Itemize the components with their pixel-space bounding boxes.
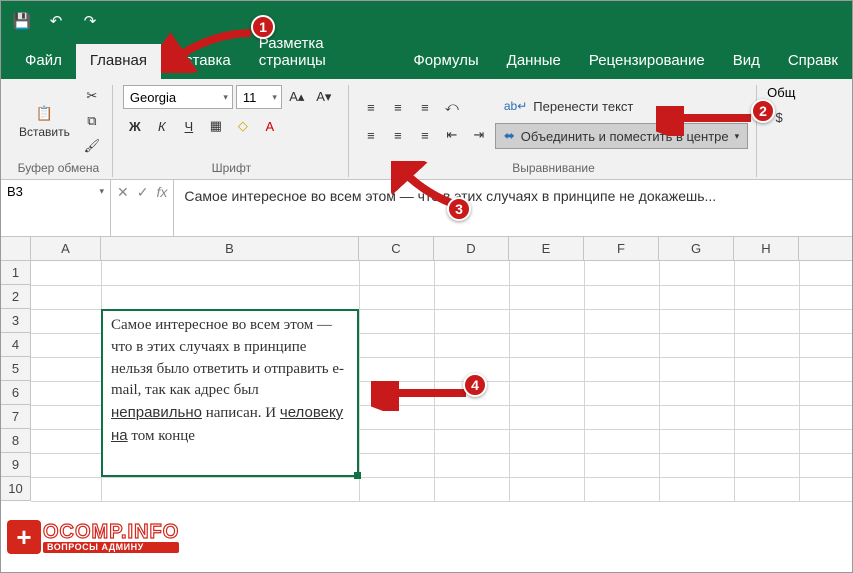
save-icon[interactable]: 💾: [11, 10, 33, 32]
watermark-sub: ВОПРОСЫ АДМИНУ: [43, 542, 179, 553]
row-header[interactable]: 2: [1, 285, 31, 309]
callout-4: 4: [463, 373, 487, 397]
col-header-e[interactable]: E: [509, 237, 584, 260]
increase-font-icon[interactable]: A▴: [285, 86, 309, 108]
copy-icon[interactable]: ⧉: [80, 110, 104, 132]
col-header-c[interactable]: C: [359, 237, 434, 260]
format-painter-icon[interactable]: 🖌: [80, 135, 104, 157]
annotation-arrow: [161, 23, 261, 73]
fill-color-icon[interactable]: ◇: [231, 115, 255, 137]
align-bottom-icon[interactable]: ≡: [413, 96, 437, 118]
callout-2: 2: [751, 99, 775, 123]
col-header-h[interactable]: H: [734, 237, 799, 260]
group-font: Georgia 11 A▴ A▾ Ж К Ч ▦ ◇ A Шрифт: [119, 85, 349, 177]
worksheet-grid: A B C D E F G H 1 2 3 4 5 6 7 8 9 10: [1, 237, 852, 501]
borders-icon[interactable]: ▦: [204, 115, 228, 137]
align-middle-icon[interactable]: ≡: [386, 96, 410, 118]
group-number: Общ $: [763, 85, 803, 177]
row-header[interactable]: 5: [1, 357, 31, 381]
decrease-font-icon[interactable]: A▾: [312, 86, 336, 108]
name-box[interactable]: B3: [1, 180, 111, 236]
row-header[interactable]: 10: [1, 477, 31, 501]
orientation-icon[interactable]: ⤺: [440, 96, 464, 118]
undo-icon[interactable]: ↶: [45, 10, 67, 32]
row-header[interactable]: 7: [1, 405, 31, 429]
font-color-icon[interactable]: A: [258, 115, 282, 137]
callout-3: 3: [447, 197, 471, 221]
tab-formulas[interactable]: Формулы: [399, 44, 492, 79]
align-center-icon[interactable]: ≡: [386, 124, 410, 146]
row-header[interactable]: 1: [1, 261, 31, 285]
wrap-text-label: Перенести текст: [533, 99, 633, 114]
tab-home[interactable]: Главная: [76, 44, 161, 79]
col-header-b[interactable]: B: [101, 237, 359, 260]
fill-handle[interactable]: [354, 472, 361, 479]
merge-icon: ⬌: [504, 128, 515, 144]
decrease-indent-icon[interactable]: ⇤: [440, 124, 464, 146]
alignment-group-label: Выравнивание: [512, 157, 595, 177]
cut-icon[interactable]: ✂: [80, 85, 104, 107]
clipboard-icon: 📋: [34, 103, 54, 123]
paste-label: Вставить: [19, 125, 70, 139]
title-bar: 💾 ↶ ↷: [1, 1, 852, 41]
fx-icon[interactable]: fx: [156, 184, 167, 200]
bold-button[interactable]: Ж: [123, 115, 147, 137]
tab-file[interactable]: Файл: [11, 44, 76, 79]
cell-content: Самое интересное во всем этом — что в эт…: [103, 311, 357, 452]
tab-review[interactable]: Рецензирование: [575, 44, 719, 79]
col-header-d[interactable]: D: [434, 237, 509, 260]
tab-data[interactable]: Данные: [493, 44, 575, 79]
col-header-a[interactable]: A: [31, 237, 101, 260]
clipboard-group-label: Буфер обмена: [18, 157, 100, 177]
align-top-icon[interactable]: ≡: [359, 96, 383, 118]
align-right-icon[interactable]: ≡: [413, 124, 437, 146]
paste-button[interactable]: 📋 Вставить: [13, 99, 76, 143]
callout-1: 1: [251, 15, 275, 39]
confirm-icon[interactable]: ✓: [137, 184, 149, 201]
ribbon-tabs: Файл Главная Вставка Разметка страницы Ф…: [1, 41, 852, 79]
annotation-arrow: [656, 106, 756, 136]
underline-button[interactable]: Ч: [177, 115, 201, 137]
annotation-arrow: [371, 381, 471, 411]
tab-help[interactable]: Справк: [774, 44, 852, 79]
row-header[interactable]: 9: [1, 453, 31, 477]
select-all-corner[interactable]: [1, 237, 31, 260]
row-headers: 1 2 3 4 5 6 7 8 9 10: [1, 261, 31, 501]
font-size-combo[interactable]: 11: [236, 85, 282, 109]
selected-cell[interactable]: Самое интересное во всем этом — что в эт…: [101, 309, 359, 477]
align-left-icon[interactable]: ≡: [359, 124, 383, 146]
col-header-g[interactable]: G: [659, 237, 734, 260]
italic-button[interactable]: К: [150, 115, 174, 137]
column-headers: A B C D E F G H: [1, 237, 852, 261]
row-header[interactable]: 3: [1, 309, 31, 333]
wrap-text-icon: ab↵: [504, 99, 527, 113]
formula-bar-content[interactable]: Самое интересное во всем этом — что в эт…: [174, 180, 852, 236]
row-header[interactable]: 4: [1, 333, 31, 357]
watermark-logo: + OCOMP.INFO ВОПРОСЫ АДМИНУ: [7, 520, 179, 554]
row-header[interactable]: 8: [1, 429, 31, 453]
number-format-label[interactable]: Общ: [767, 85, 795, 100]
increase-indent-icon[interactable]: ⇥: [467, 124, 491, 146]
font-group-label: Шрифт: [212, 157, 251, 177]
col-header-f[interactable]: F: [584, 237, 659, 260]
tab-view[interactable]: Вид: [719, 44, 774, 79]
font-family-combo[interactable]: Georgia: [123, 85, 233, 109]
row-header[interactable]: 6: [1, 381, 31, 405]
watermark-brand: OCOMP.INFO: [43, 522, 179, 542]
plus-icon: +: [7, 520, 41, 554]
cancel-icon[interactable]: ✕: [117, 184, 129, 201]
redo-icon[interactable]: ↷: [79, 10, 101, 32]
group-clipboard: 📋 Вставить ✂ ⧉ 🖌 Буфер обмена: [9, 85, 113, 177]
